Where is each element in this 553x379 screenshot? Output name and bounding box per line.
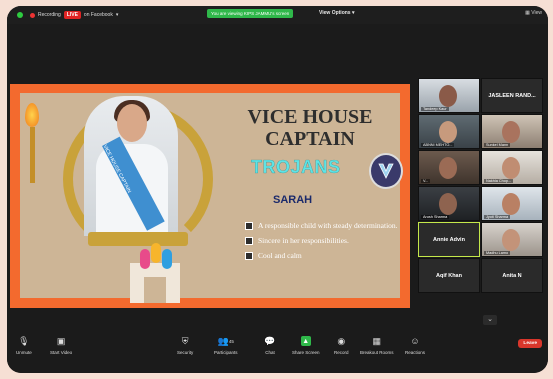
view-options-button[interactable]: View Options ▾ <box>319 10 355 16</box>
gallery-scroll-chevron-icon[interactable]: ⌄ <box>483 315 497 325</box>
slide-title: VICE HOUSE CAPTAIN <box>247 106 373 150</box>
meeting-toolbar: 🎙 Unmute ▣ Start Video ⛨ Security 👥 45 Partic… <box>7 326 548 373</box>
participant-tile[interactable]: V... <box>418 150 480 185</box>
view-button[interactable]: ▦ View <box>525 10 542 16</box>
bullet-square-icon <box>245 237 253 245</box>
chat-bubble-icon: 💬 <box>264 335 276 346</box>
toolbar-label: Start Video <box>50 350 73 355</box>
participant-tile[interactable]: Jyoti Sharma <box>481 186 543 221</box>
bullet-square-icon <box>245 222 253 230</box>
participants-icon: 👥 45 <box>217 335 234 346</box>
participant-name: Nakhla Chop... <box>484 179 514 183</box>
unmute-button[interactable]: 🎙 Unmute <box>16 335 32 356</box>
recording-label: Recording <box>38 12 61 18</box>
people-logo-icon <box>138 243 178 273</box>
view-label: View <box>531 10 542 16</box>
video-off-icon: ▣ <box>56 335 66 346</box>
shared-screen-slide: VICE HOUSE CAPTAIN VICE HOUSE CAPTAIN TR… <box>10 84 410 308</box>
participant-tile[interactable]: ABNNI MEHTO... <box>418 114 480 149</box>
reactions-smiley-icon: ☺ <box>410 336 420 346</box>
zoom-window: Recording LIVE on Facebook ▾ You are vie… <box>7 6 548 373</box>
reactions-button[interactable]: ☺ Reactions <box>405 336 425 355</box>
leave-button[interactable]: Leave <box>518 339 542 348</box>
participant-tile[interactable]: JASLEEN RAND... <box>481 78 543 113</box>
participant-name: Aqif Khan <box>436 272 462 279</box>
participant-tile[interactable]: Sunkel Mann <box>481 114 543 149</box>
toolbar-label: Reactions <box>405 350 426 355</box>
chevron-down-icon: ▾ <box>115 12 119 18</box>
start-video-button[interactable]: ▣ Start Video <box>50 335 73 356</box>
breakout-rooms-icon: ▦ <box>372 335 381 346</box>
security-button[interactable]: ⛨ Security <box>177 335 194 356</box>
breakout-rooms-button[interactable]: ▦ Breakout Rooms <box>360 335 394 356</box>
participants-button[interactable]: 👥 45 Participants <box>214 335 238 356</box>
list-item: Cool and calm <box>245 251 405 260</box>
participant-name: V... <box>421 179 431 183</box>
meeting-top-bar: Recording LIVE on Facebook ▾ You are vie… <box>7 6 548 24</box>
slide-content: VICE HOUSE CAPTAIN VICE HOUSE CAPTAIN TR… <box>20 93 403 303</box>
live-badge: LIVE <box>63 11 81 19</box>
student-photo: VICE HOUSE CAPTAIN <box>84 96 178 236</box>
participant-tile[interactable]: Nakhla Chop... <box>481 150 543 185</box>
student-photo-frame: VICE HOUSE CAPTAIN <box>58 96 218 254</box>
share-screen-button[interactable]: ▲ Share Screen <box>292 336 320 355</box>
recording-indicator[interactable]: Recording LIVE on Facebook ▾ <box>17 11 118 19</box>
screen-share-banner: You are viewing KIPS JAMMU's screen <box>207 9 294 18</box>
record-icon: ◉ <box>337 335 346 346</box>
participant-tile[interactable]: Madhu Lamo <box>481 222 543 257</box>
participant-tile[interactable]: Arush Sharma <box>418 186 480 221</box>
chat-button[interactable]: 💬 Chat <box>264 335 276 356</box>
view-options-label: View Options <box>319 10 351 16</box>
participant-name: Sunkel Mann <box>484 143 511 147</box>
participant-tile[interactable]: Aqif Khan <box>418 258 480 293</box>
trait-text: Sincere in her responsibilities. <box>258 236 349 245</box>
toolbar-label: Share Screen <box>292 350 320 355</box>
student-name: SARAH <box>273 194 313 206</box>
participants-count: 45 <box>228 338 234 344</box>
trait-list: A responsible child with steady determin… <box>245 221 405 266</box>
participant-name: JASLEEN RAND... <box>488 92 536 99</box>
trait-text: Cool and calm <box>258 251 302 260</box>
participant-name: Jyoti Sharma <box>484 215 511 219</box>
participant-name: Annie Advin <box>433 236 465 243</box>
participant-tile-active-speaker[interactable]: Annie Advin <box>418 222 480 257</box>
participant-name: ABNNI MEHTO... <box>421 143 455 147</box>
record-dot-icon <box>30 12 35 18</box>
participant-tile[interactable]: Tandeep Kaur <box>418 78 480 113</box>
share-screen-icon: ▲ <box>300 336 311 346</box>
torch-icon <box>25 103 41 183</box>
security-shield-icon <box>17 12 23 18</box>
microphone-muted-icon: 🎙 <box>18 335 30 346</box>
participant-name: Arush Sharma <box>421 215 450 219</box>
live-platform-label[interactable]: on Facebook <box>84 12 113 18</box>
bullet-square-icon <box>245 252 253 260</box>
participant-name: Madhu Lamo <box>484 251 511 255</box>
shield-icon: ⛨ <box>181 335 189 346</box>
list-item: Sincere in her responsibilities. <box>245 236 405 245</box>
list-item: A responsible child with steady determin… <box>245 221 405 230</box>
participant-tile[interactable]: Anita N <box>481 258 543 293</box>
toolbar-label: Security <box>177 350 194 355</box>
toolbar-label: Unmute <box>16 350 32 355</box>
participant-name: Anita N <box>502 272 522 279</box>
house-name: TROJANS <box>251 157 341 177</box>
toolbar-label: Record <box>334 350 349 355</box>
participant-name: Tandeep Kaur <box>421 107 449 111</box>
trait-text: A responsible child with steady determin… <box>258 221 398 230</box>
toolbar-label: Breakout Rooms <box>360 350 394 355</box>
trojan-helmet-icon <box>369 153 403 189</box>
toolbar-label: Participants <box>214 350 238 355</box>
record-button[interactable]: ◉ Record <box>334 335 349 356</box>
toolbar-label: Chat <box>265 350 275 355</box>
